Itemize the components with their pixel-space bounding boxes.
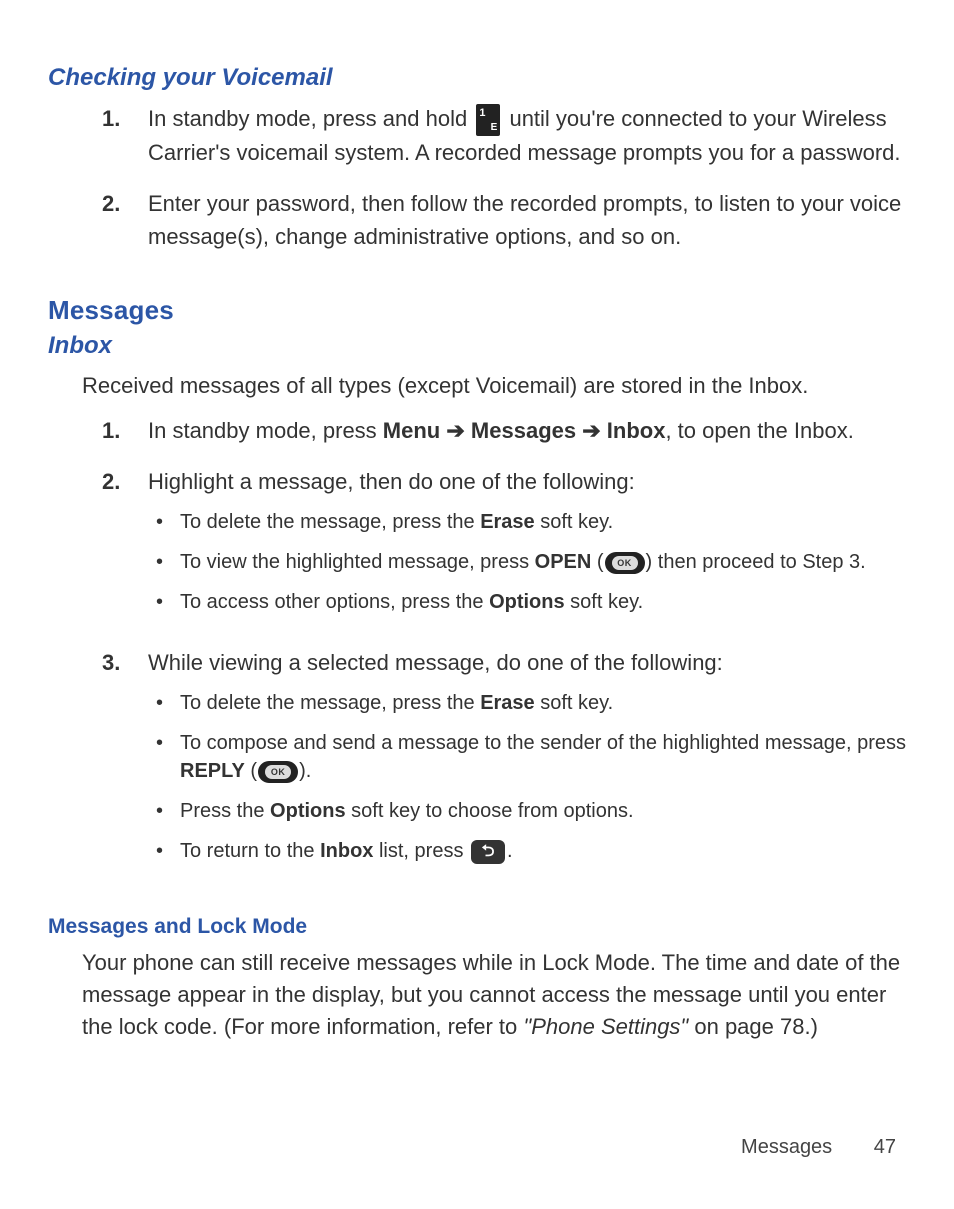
text-segment: In standby mode, press <box>148 418 383 443</box>
text-segment: soft key. <box>565 591 644 613</box>
messages-label: Messages <box>471 418 576 443</box>
inbox-step-3-bullets: To delete the message, press the Erase s… <box>148 689 906 877</box>
footer-section-label: Messages <box>741 1136 832 1158</box>
ok-key-icon: OK <box>258 761 298 783</box>
text-segment: To return to the <box>180 840 320 862</box>
text-segment: To delete the message, press the <box>180 692 480 714</box>
text-segment: , to open the Inbox. <box>665 418 853 443</box>
text-segment: ( <box>245 760 257 782</box>
text-segment: To access other options, press the <box>180 591 489 613</box>
back-key-icon: ⮌ <box>471 840 505 864</box>
inbox-step-2: Highlight a message, then do one of the … <box>48 465 906 646</box>
text-segment: ( <box>591 551 603 573</box>
options-label: Options <box>270 800 346 822</box>
text-segment: ). <box>299 760 311 782</box>
text-segment: Press the <box>180 800 270 822</box>
inbox-label: Inbox <box>607 418 666 443</box>
arrow-icon: ➔ <box>440 418 471 443</box>
text-segment: soft key. <box>535 511 614 533</box>
text-segment: To view the highlighted message, press <box>180 551 535 573</box>
voicemail-step-2: Enter your password, then follow the rec… <box>48 187 906 271</box>
bullet-item: To return to the Inbox list, press ⮌. <box>148 837 906 877</box>
text-segment: In standby mode, press and hold <box>148 106 473 131</box>
heading-voicemail: Checking your Voicemail <box>48 64 906 92</box>
ok-label: OK <box>612 556 638 570</box>
manual-page: Checking your Voicemail In standby mode,… <box>0 0 954 1209</box>
bullet-item: Press the Options soft key to choose fro… <box>148 797 906 837</box>
open-label: OPEN <box>535 551 592 573</box>
inbox-steps: In standby mode, press Menu ➔ Messages ➔… <box>48 414 906 895</box>
erase-label: Erase <box>480 511 535 533</box>
inbox-intro: Received messages of all types (except V… <box>82 370 906 402</box>
bullet-item: To compose and send a message to the sen… <box>148 729 906 797</box>
erase-label: Erase <box>480 692 535 714</box>
heading-inbox: Inbox <box>48 332 906 360</box>
ok-key-icon: OK <box>605 552 645 574</box>
arrow-icon: ➔ <box>576 418 607 443</box>
text-segment: then proceed to Step 3. <box>658 551 866 573</box>
text-segment: To compose and send a message to the sen… <box>180 732 906 754</box>
text-segment: ) <box>646 551 658 573</box>
text-segment: soft key to choose from options. <box>346 800 634 822</box>
text-segment: To delete the message, press the <box>180 511 480 533</box>
ok-label: OK <box>265 765 291 779</box>
bullet-item: To access other options, press the Optio… <box>148 588 906 628</box>
inbox-step-3: While viewing a selected message, do one… <box>48 646 906 895</box>
bullet-item: To delete the message, press the Erase s… <box>148 689 906 729</box>
page-number: 47 <box>874 1136 896 1159</box>
text-segment: . <box>507 840 513 862</box>
inbox-label: Inbox <box>320 840 373 862</box>
heading-messages: Messages <box>48 295 906 326</box>
text-segment: list, press <box>373 840 469 862</box>
heading-lock-mode: Messages and Lock Mode <box>48 915 906 939</box>
text-segment: While viewing a selected message, do one… <box>148 650 723 675</box>
text-segment: Highlight a message, then do one of the … <box>148 469 635 494</box>
reference-phone-settings: "Phone Settings" <box>523 1014 688 1039</box>
text-segment: Enter your password, then follow the rec… <box>148 191 901 249</box>
text-segment: soft key. <box>535 692 614 714</box>
key-1-icon <box>476 104 500 136</box>
lock-mode-text: Your phone can still receive messages wh… <box>82 947 906 1043</box>
voicemail-step-1: In standby mode, press and hold until yo… <box>48 102 906 187</box>
menu-label: Menu <box>383 418 440 443</box>
bullet-item: To view the highlighted message, press O… <box>148 548 906 588</box>
text-segment: on page 78.) <box>688 1014 818 1039</box>
bullet-item: To delete the message, press the Erase s… <box>148 508 906 548</box>
reply-label: REPLY <box>180 760 245 782</box>
inbox-step-1: In standby mode, press Menu ➔ Messages ➔… <box>48 414 906 465</box>
page-footer: Messages 47 <box>741 1136 896 1159</box>
voicemail-steps: In standby mode, press and hold until yo… <box>48 102 906 271</box>
options-label: Options <box>489 591 565 613</box>
inbox-step-2-bullets: To delete the message, press the Erase s… <box>148 508 906 628</box>
